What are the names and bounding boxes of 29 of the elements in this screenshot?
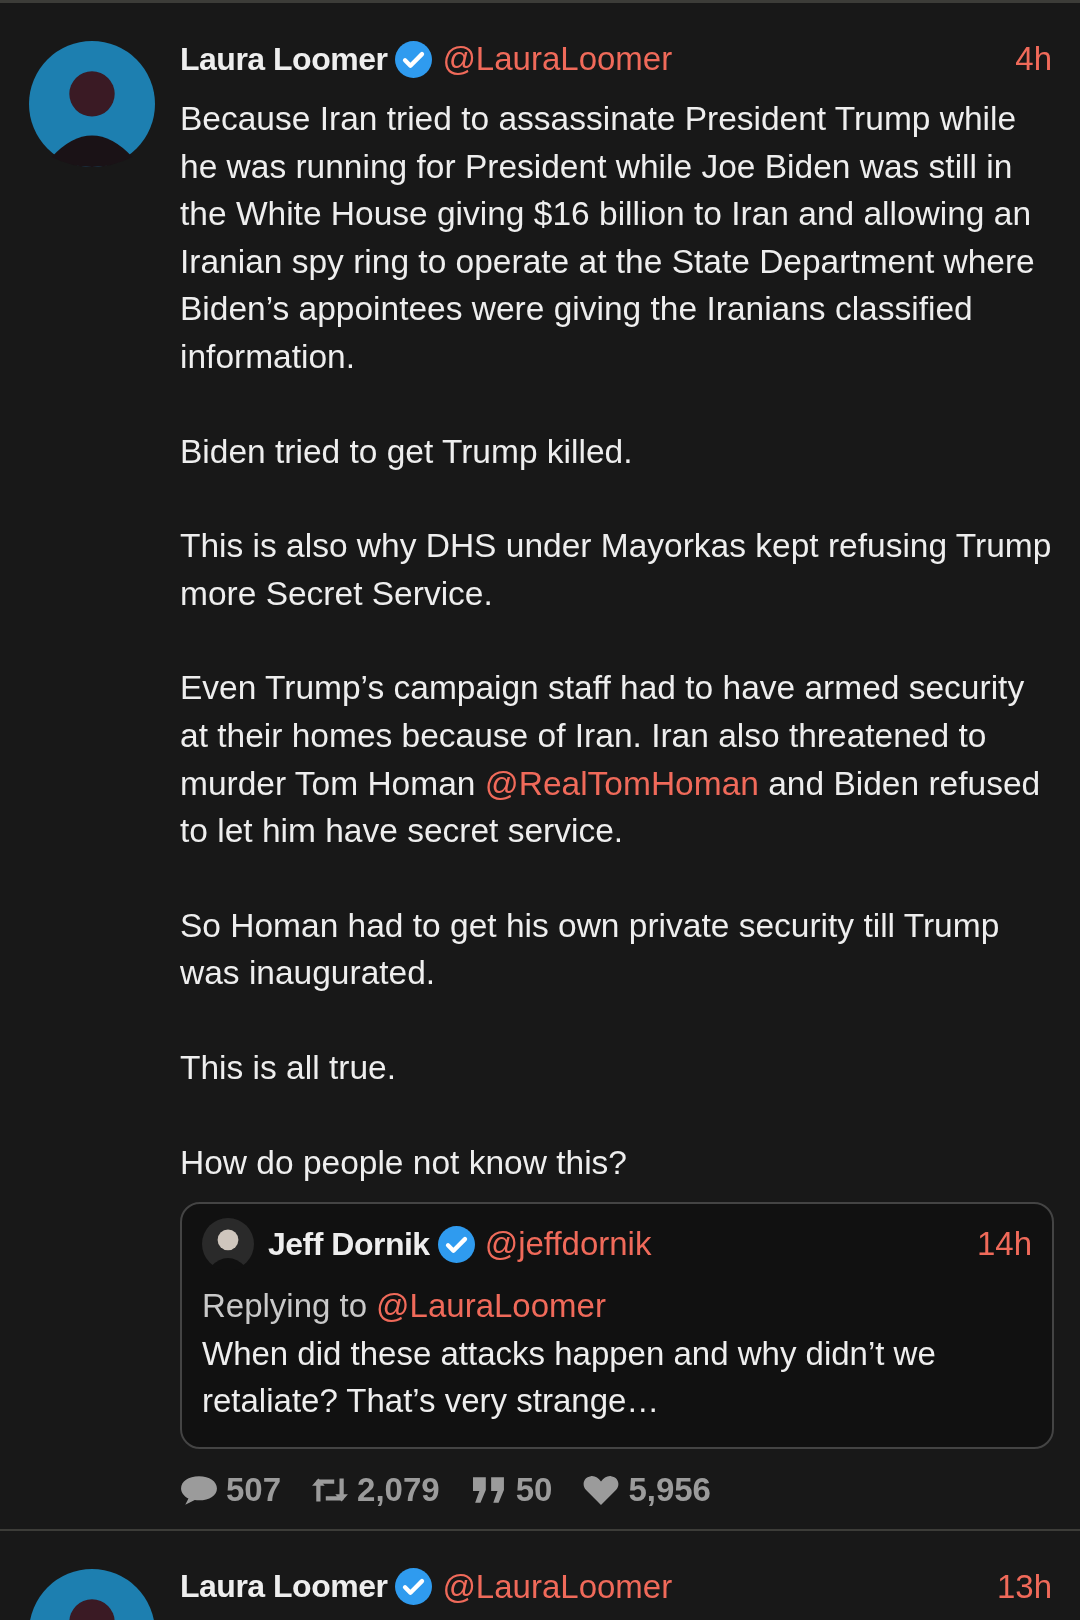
comment-icon[interactable] bbox=[180, 1473, 218, 1506]
replying-label: Replying to bbox=[202, 1286, 368, 1327]
post-time: 14h bbox=[976, 1225, 1032, 1264]
post-paragraph: Biden tried to get Trump killed. bbox=[180, 431, 634, 472]
avatar[interactable] bbox=[29, 41, 155, 167]
author-name[interactable]: Jeff Dornik bbox=[268, 1225, 430, 1263]
quoted-text: When did these attacks happen and why didn’t we retaliate? That’s very strange… bbox=[202, 1333, 937, 1422]
post-paragraph: So Homan had to get his own private security till Trump was inaugurated. bbox=[180, 905, 1001, 994]
mention-link[interactable]: @LauraLoomer bbox=[376, 1282, 606, 1330]
avatar bbox=[202, 1218, 254, 1271]
post-paragraph: How do people not know this? bbox=[180, 1142, 628, 1183]
author-handle[interactable]: @jeffdornik bbox=[484, 1225, 652, 1264]
author-handle[interactable]: @LauraLoomer bbox=[442, 1567, 673, 1606]
mention-link[interactable]: @RealTomHoman bbox=[484, 764, 759, 802]
post-paragraph: Even Trump’s campaign staff had to have armed security at their homes because of Iran. Iran also threatened to murder Tom Homan @RealTomHoman and Biden refused to let him have secret service. bbox=[180, 668, 1042, 852]
stat-count: 2,079 bbox=[357, 1470, 440, 1509]
post-paragraph: This is all true. bbox=[180, 1047, 397, 1088]
heart-icon[interactable] bbox=[582, 1473, 621, 1506]
author-name[interactable]: Laura Loomer bbox=[180, 1568, 388, 1606]
author-name[interactable]: Laura Loomer bbox=[180, 40, 388, 78]
post-time: 13h bbox=[996, 1567, 1052, 1606]
post-paragraph: Because Iran tried to assassinate President Trump while he was running for President while Joe Biden was still in the White House giving $16 billion to Iran and allowing an Iranian spy ring to operate at the State Department where Biden’s appointees were giving the Iranians classified information. bbox=[180, 99, 1036, 377]
post-paragraph: This is also why DHS under Mayorkas kept refusing Trump more Secret Service. bbox=[180, 526, 1052, 614]
stat-count: 5,956 bbox=[628, 1470, 711, 1509]
author-handle[interactable]: @LauraLoomer bbox=[442, 40, 673, 78]
stat-count: 50 bbox=[515, 1470, 553, 1509]
quoted-post[interactable]: Jeff Dornik @jeffdornik 14h Replying to @LauraLoomer When did these attacks happen and why didn’t we retaliate? That’s very strange… bbox=[180, 1202, 1054, 1449]
stat-count: 507 bbox=[226, 1470, 282, 1509]
post-time: 4h bbox=[1015, 40, 1052, 78]
